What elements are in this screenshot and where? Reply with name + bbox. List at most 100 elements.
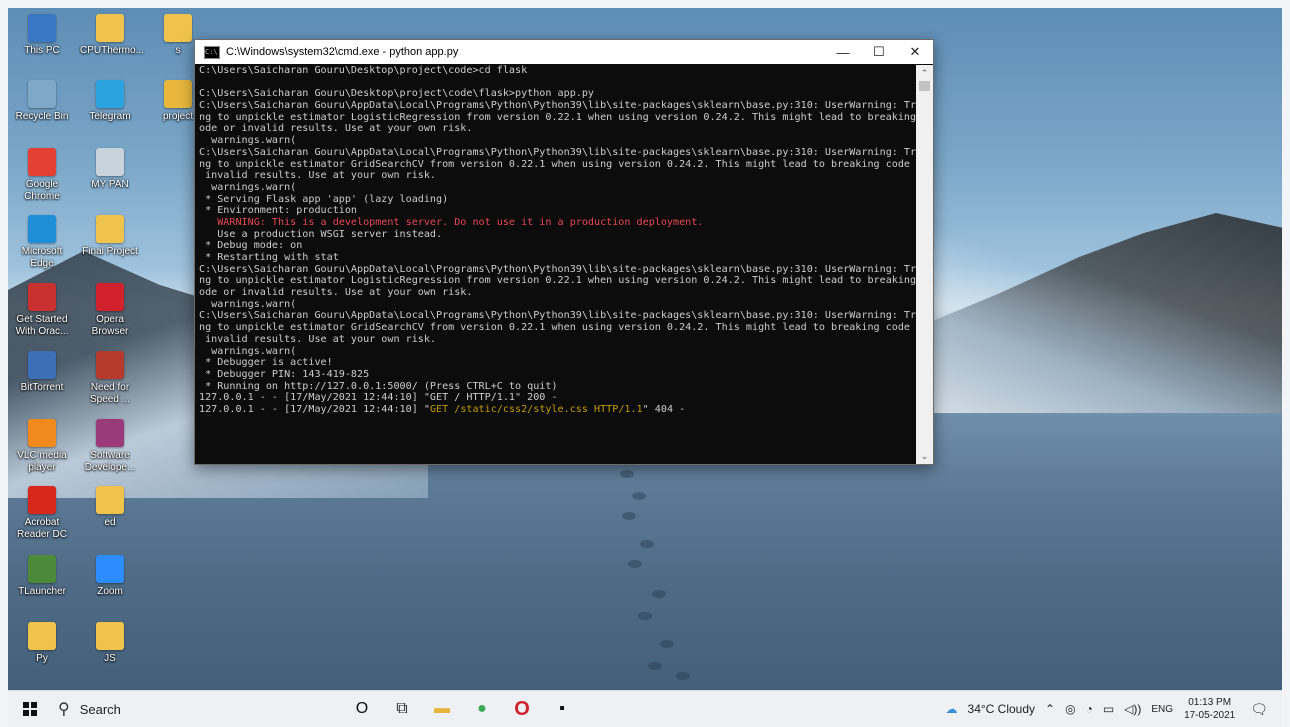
taskbar-cmd-icon[interactable]: ▪ [542,691,582,727]
console-line: ng to unpickle estimator LogisticRegress… [199,275,916,287]
close-button[interactable]: ✕ [897,44,933,60]
cmd-window[interactable]: C:\ C:\Windows\system32\cmd.exe - python… [194,39,934,465]
desktop-icon-cputhermo[interactable]: CPUThermo... [80,14,144,57]
scroll-thumb[interactable] [919,81,930,91]
system-tray: ☁ 34°C Cloudy ⌃ ◎ ◔ ▭ ◁)) ENG 01:13 PM 1… [941,691,1282,727]
footprint [628,560,642,568]
scroll-down-icon[interactable]: ⌄ [916,448,933,464]
console-line: C:\Users\Saicharan Gouru\AppData\Local\P… [199,310,916,322]
s-icon [164,14,192,42]
start-button[interactable] [8,691,52,727]
desktop-icon-telegram[interactable]: Telegram [80,80,140,123]
console-line: warnings.warn( [199,135,297,147]
py-icon [28,622,56,650]
desktop-icon-google-chrome[interactable]: Google Chrome [12,148,72,203]
desktop-icon-opera[interactable]: Opera Browser [80,283,140,338]
console-output[interactable]: C:\Users\Saicharan Gouru\Desktop\project… [195,65,916,464]
desktop-icon-label: BitTorrent [20,382,64,393]
weather-text[interactable]: 34°C Cloudy [968,702,1036,716]
cputhermo-icon [96,14,124,42]
console-line: C:\Users\Saicharan Gouru\Desktop\project… [199,65,528,76]
desktop-icon-label: CPUThermo... [80,45,144,56]
language-indicator[interactable]: ENG [1151,704,1173,715]
desktop-icon-label: Telegram [89,111,131,122]
console-line: 127.0.0.1 - - [17/May/2021 12:44:10] "GE… [199,403,686,415]
clock[interactable]: 01:13 PM 17-05-2021 [1184,696,1235,722]
desktop-icon-label: Final Project [82,246,138,257]
chevron-up-icon[interactable]: ⌃ [1045,702,1055,716]
taskbar-file-explorer-icon[interactable]: ▬ [422,691,462,727]
wallpaper-mountain-right [928,213,1282,413]
desktop-icon-bittorrent[interactable]: BitTorrent [12,351,72,394]
console-line: ng to unpickle estimator GridSearchCV fr… [199,158,916,170]
recycle-bin-icon [28,80,56,108]
desktop-icon-py[interactable]: Py [12,622,72,665]
desktop-icon-label: Software Develope... [84,450,136,473]
scroll-up-icon[interactable]: ⌃ [916,65,933,81]
console-line: C:\Users\Saicharan Gouru\AppData\Local\P… [199,263,916,275]
footprint [648,662,662,670]
console-line: 127.0.0.1 - - [17/May/2021 12:44:10] "GE… [199,392,558,404]
notifications-icon[interactable]: 🗨 [1250,701,1268,718]
footprint [620,470,634,478]
taskbar-cortana-icon[interactable]: O [342,691,382,727]
cmd-app-icon: C:\ [204,45,220,59]
desktop-icon-label: Recycle Bin [15,111,69,122]
desktop-icon-my-pan[interactable]: MY PAN [80,148,140,191]
desktop-icon-label: Acrobat Reader DC [16,517,68,540]
desktop-icon-need-for-speed[interactable]: Need for Speed ... [80,351,140,406]
console-line: Use a production WSGI server instead. [199,228,443,240]
desktop-icon-get-started-oracle[interactable]: Get Started With Orac... [12,283,72,338]
desktop-icon-vlc[interactable]: VLC media player [12,419,72,474]
project-icon [164,80,192,108]
taskbar-search-box[interactable]: ⚲ Search [52,691,342,727]
js-icon [96,622,124,650]
volume-icon[interactable]: ◁)) [1124,702,1141,716]
taskbar-chrome-icon[interactable]: ● [462,691,502,727]
footprint [676,672,690,680]
cmd-window-title: C:\Windows\system32\cmd.exe - python app… [226,46,459,58]
battery-icon[interactable]: ▭ [1103,702,1114,716]
maximize-button[interactable]: ☐ [861,44,897,60]
console-line: * Environment: production [199,205,358,217]
console-line: warnings.warn( [199,298,297,310]
desktop-icon-software-developer[interactable]: Software Develope... [80,419,140,474]
desktop-icon-label: This PC [24,45,60,56]
desktop-icon-final-project[interactable]: Final Project [80,215,140,258]
taskbar-task-view-icon[interactable]: ⧉ [382,691,422,727]
desktop-icon-recycle-bin[interactable]: Recycle Bin [12,80,72,123]
wifi-icon[interactable]: ◔ [1086,702,1093,716]
software-developer-icon [96,419,124,447]
desktop-icon-js[interactable]: JS [80,622,140,665]
desktop-icon-label: Need for Speed ... [89,382,131,405]
taskbar-opera-icon[interactable]: O [502,691,542,727]
desktop-icon-label: JS [104,653,116,664]
footprint [622,512,636,520]
footprint [652,590,666,598]
console-line: ode or invalid results. Use at your own … [199,287,473,299]
desktop-icon-label: Py [36,653,48,664]
console-line: warnings.warn( [199,181,297,193]
clock-date: 17-05-2021 [1184,710,1236,721]
console-highlight: GET /static/css2/style.css HTTP/1.1 [429,403,643,415]
cmd-scrollbar[interactable]: ⌃ ⌄ [916,65,933,464]
desktop-icon-acrobat[interactable]: Acrobat Reader DC [12,486,72,541]
desktop-icon-ed[interactable]: ed [80,486,140,529]
desktop-icon-tlauncher[interactable]: TLauncher [12,555,72,598]
cmd-title-bar[interactable]: C:\ C:\Windows\system32\cmd.exe - python… [195,40,933,64]
desktop-icon-zoom[interactable]: Zoom [80,555,140,598]
tlauncher-icon [28,555,56,583]
meet-now-icon[interactable]: ◎ [1065,702,1075,716]
desktop-icon-label: MY PAN [91,179,129,190]
desktop-icon-label: VLC media player [17,450,67,473]
clock-time: 01:13 PM [1188,697,1232,708]
desktop-icon-label: Get Started With Orac... [15,314,69,337]
minimize-button[interactable]: — [825,45,861,60]
weather-icon[interactable]: ☁ [946,702,958,716]
desktop-icon-this-pc[interactable]: This PC [12,14,72,57]
vlc-icon [28,419,56,447]
desktop-icon-microsoft-edge[interactable]: Microsoft Edge [12,215,72,270]
windows-logo-icon [23,702,37,716]
this-pc-icon [28,14,56,42]
desktop-icon-label: Microsoft Edge [21,246,63,269]
